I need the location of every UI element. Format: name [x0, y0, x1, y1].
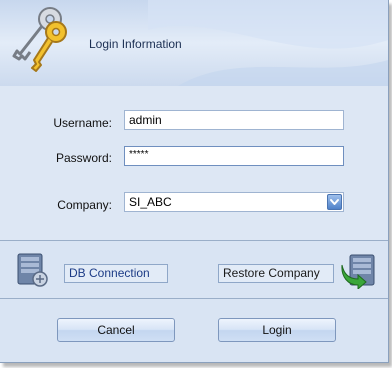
username-value: admin: [129, 113, 162, 127]
login-dialog: Login Information Username: admin Passwo…: [0, 0, 389, 363]
restore-company-link[interactable]: Restore Company: [218, 264, 334, 283]
keys-icon: [12, 7, 67, 72]
dialog-header: Login Information: [0, 0, 388, 87]
login-button[interactable]: Login: [218, 318, 336, 342]
company-select[interactable]: SI_ABC: [124, 192, 344, 212]
database-server-icon[interactable]: [14, 252, 52, 288]
password-label: Password:: [55, 151, 112, 165]
cancel-button-label: Cancel: [97, 323, 135, 337]
company-label: Company:: [57, 198, 112, 212]
login-button-label: Login: [262, 323, 292, 337]
restore-company-label: Restore Company: [223, 266, 320, 280]
button-bar: Cancel Login: [0, 299, 388, 362]
db-connection-label: DB Connection: [69, 266, 150, 280]
restore-server-icon[interactable]: [338, 251, 378, 289]
password-value: *****: [129, 149, 149, 160]
db-connection-link[interactable]: DB Connection: [64, 264, 168, 283]
dropdown-button[interactable]: [327, 194, 342, 210]
company-value: SI_ABC: [129, 195, 172, 209]
username-field[interactable]: admin: [124, 110, 344, 130]
chevron-down-icon: [330, 199, 339, 205]
dialog-title: Login Information: [89, 37, 182, 51]
login-form: Username: admin Password: ***** Company:…: [0, 86, 388, 240]
username-label: Username:: [53, 116, 112, 130]
password-field[interactable]: *****: [124, 146, 344, 166]
database-bar: DB Connection Restore Company: [0, 241, 388, 298]
header-decoration: [148, 0, 388, 86]
cancel-button[interactable]: Cancel: [57, 318, 175, 342]
